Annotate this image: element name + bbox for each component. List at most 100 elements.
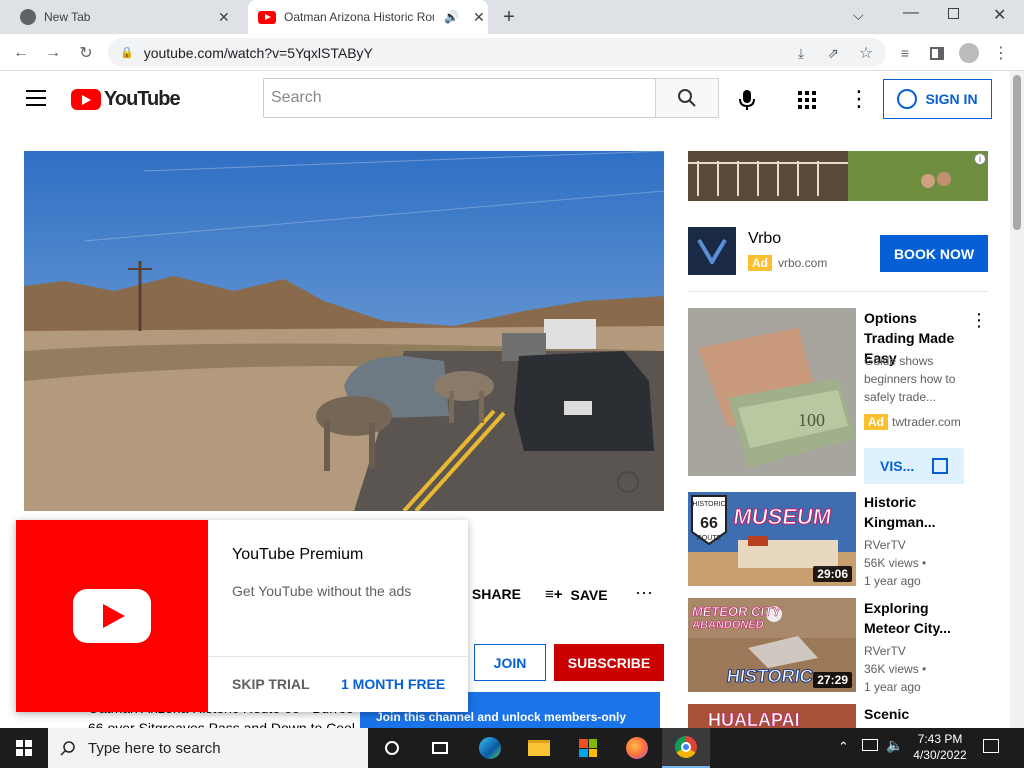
reload-button[interactable]: ↻: [73, 40, 99, 66]
apps-grid-icon[interactable]: [798, 91, 816, 114]
svg-text:66: 66: [700, 515, 718, 532]
ad-thumbnail[interactable]: 100: [688, 308, 856, 476]
side-panel-icon[interactable]: [924, 40, 950, 66]
chevron-down-icon[interactable]: ⌵: [853, 7, 864, 24]
chrome-icon[interactable]: [662, 728, 710, 768]
file-explorer-icon[interactable]: [515, 728, 563, 768]
forward-button[interactable]: →: [40, 40, 66, 66]
ad-meta: Ad vrbo.com: [748, 255, 827, 271]
account-circle-icon: [897, 89, 918, 109]
bookmark-star-icon[interactable]: ☆: [853, 40, 879, 66]
close-icon[interactable]: ✕: [218, 9, 230, 26]
tab-new-tab[interactable]: New Tab ✕: [8, 0, 246, 34]
sidebar-item-title[interactable]: Exploring Meteor City...: [864, 598, 968, 638]
start-button[interactable]: [0, 728, 48, 768]
cortana-icon[interactable]: [368, 728, 416, 768]
edge-icon[interactable]: [466, 728, 514, 768]
thumbnail-subcaption: ROUTE: [697, 535, 722, 542]
minimize-button[interactable]: —: [903, 4, 919, 22]
volume-icon[interactable]: 🔈: [886, 737, 903, 754]
thumbnail-caption: MUSEUM: [732, 504, 833, 529]
clock-date: 4/30/2022: [913, 748, 967, 762]
search-icon: [60, 741, 75, 756]
view-count: 56K views: [864, 556, 919, 570]
ad-badge: Ad: [864, 414, 888, 430]
visit-site-button[interactable]: VIS...: [864, 448, 964, 484]
taskbar-search-placeholder: Type here to search: [88, 739, 221, 757]
members-banner-text: Join this channel and unlock members-onl…: [376, 710, 627, 724]
restore-button[interactable]: [948, 8, 959, 19]
more-actions-icon[interactable]: ···: [635, 582, 653, 603]
one-month-free-button[interactable]: 1 MONTH FREE: [341, 676, 445, 692]
hamburger-menu-icon[interactable]: [26, 90, 46, 106]
chrome-menu-icon[interactable]: ⋮: [988, 40, 1014, 66]
tab-active-video[interactable]: Oatman Arizona Historic Route 66 🔊 ✕: [248, 0, 488, 34]
sidebar-item-description: Guide shows beginners how to safely trad…: [864, 354, 956, 404]
firefox-icon[interactable]: [613, 728, 661, 768]
url-text: youtube.com/watch?v=5YqxlSTAByY: [143, 44, 373, 61]
tab-title: Oatman Arizona Historic Route 66: [284, 10, 434, 24]
profile-avatar-icon[interactable]: [956, 40, 982, 66]
url-bar[interactable]: 🔒 youtube.com/watch?v=5YqxlSTAByY: [108, 38, 886, 67]
new-tab-button[interactable]: +: [498, 6, 520, 28]
video-player[interactable]: [24, 151, 664, 511]
skip-trial-label: SKIP TRIAL: [232, 676, 310, 692]
sidebar-item-title[interactable]: Historic Kingman...: [864, 492, 968, 532]
store-icon[interactable]: [564, 728, 612, 768]
sidebar-item-menu-icon[interactable]: ⋮: [970, 310, 988, 331]
network-icon[interactable]: [862, 739, 878, 751]
sidebar-ad-meta: Ad twtrader.com: [864, 414, 961, 430]
ad-domain: twtrader.com: [892, 415, 961, 429]
back-button[interactable]: ←: [8, 40, 34, 66]
browser-tab-bar: New Tab ✕ Oatman Arizona Historic Route …: [0, 0, 1024, 34]
youtube-wordmark: YouTube: [104, 88, 181, 110]
share-label: SHARE: [471, 586, 521, 602]
join-button[interactable]: JOIN: [474, 644, 546, 681]
youtube-logo[interactable]: YouTube: [71, 88, 181, 111]
show-hidden-icons[interactable]: ⌃: [838, 739, 849, 755]
skip-trial-button[interactable]: SKIP TRIAL: [232, 676, 310, 692]
ad-banner-image[interactable]: i: [688, 151, 988, 201]
notifications-icon[interactable]: [983, 739, 999, 753]
svg-text:100: 100: [798, 410, 825, 430]
ad-advertiser-logo[interactable]: [688, 227, 736, 275]
channel-name[interactable]: RVerTV: [864, 642, 906, 660]
sign-in-button[interactable]: SIGN IN: [883, 79, 992, 119]
search-icon: [678, 89, 696, 107]
media-control-icon[interactable]: ≡: [892, 40, 918, 66]
more-options-icon[interactable]: ⋮: [848, 86, 870, 112]
search-button[interactable]: [655, 78, 719, 118]
open-in-new-icon: [932, 458, 948, 474]
svg-text:ABANDONED: ABANDONED: [691, 619, 764, 631]
book-now-button[interactable]: BOOK NOW: [880, 235, 988, 272]
save-button[interactable]: ≡+ SAVE: [545, 586, 608, 603]
upload-age: 1 year ago: [864, 574, 921, 588]
subscribe-label: SUBSCRIBE: [567, 654, 651, 671]
divider: [688, 291, 988, 292]
search-placeholder: Search: [271, 89, 322, 106]
close-window-button[interactable]: ✕: [993, 5, 1006, 25]
page-scrollbar[interactable]: [1010, 71, 1024, 728]
ad-info-icon[interactable]: i: [974, 153, 986, 165]
video-thumbnail[interactable]: HUALAPAI: [688, 704, 856, 728]
clock-time: 7:43 PM: [917, 732, 963, 746]
clock[interactable]: 7:43 PM 4/30/2022: [908, 731, 972, 763]
taskbar-search-input[interactable]: Type here to search: [48, 728, 368, 768]
search-input[interactable]: Search: [263, 78, 656, 118]
youtube-favicon-icon: [258, 10, 276, 24]
microphone-icon[interactable]: [739, 89, 755, 116]
share-page-icon[interactable]: ⇗: [820, 40, 846, 66]
task-view-icon[interactable]: [416, 728, 464, 768]
speaker-icon[interactable]: 🔊: [444, 10, 459, 24]
video-thumbnail[interactable]: METEOR CITY ABANDONED HISTORIC 27:29: [688, 598, 856, 692]
lock-icon: 🔒: [120, 47, 134, 59]
channel-name[interactable]: RVerTV: [864, 536, 906, 554]
youtube-header: YouTube Search ⋮ SIGN IN: [0, 72, 1010, 128]
subscribe-button[interactable]: SUBSCRIBE: [554, 644, 664, 681]
close-icon[interactable]: ✕: [473, 9, 485, 26]
install-icon[interactable]: ⤓: [788, 40, 814, 66]
divider: [208, 656, 468, 657]
sidebar-item-title[interactable]: Scenic: [864, 704, 909, 724]
video-thumbnail[interactable]: 66 MUSEUM HISTORIC ROUTE 29:06: [688, 492, 856, 586]
video-frame: [24, 151, 664, 511]
